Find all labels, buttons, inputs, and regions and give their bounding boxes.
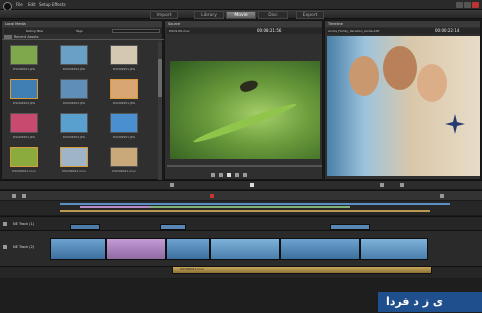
- tab-library[interactable]: Library: [194, 11, 224, 19]
- play-icon[interactable]: [227, 173, 231, 177]
- scrollbar-thumb[interactable]: [158, 59, 162, 97]
- source-timecode: 00:08:21:56: [257, 28, 282, 33]
- zoom-icon[interactable]: [440, 194, 444, 198]
- thumbnail-label: DSCN4952.JPG: [62, 67, 86, 71]
- thumbnail-label: DSCN9021.mov: [12, 169, 36, 173]
- rewind-icon[interactable]: [211, 173, 215, 177]
- watermark-text: ی ز د فردا: [386, 295, 444, 308]
- razor-icon[interactable]: [12, 194, 16, 198]
- library-filter-bar: Rating filter Tags: [4, 28, 162, 34]
- library-thumbnail[interactable]: [60, 79, 88, 99]
- library-thumbnail[interactable]: [10, 45, 38, 65]
- source-video-frame: [170, 61, 320, 159]
- title-bar: File Edit Setup Effects: [0, 0, 482, 11]
- thumbnail-label: DSCN4952.JPG: [12, 101, 36, 105]
- track-lock-icon[interactable]: [3, 222, 7, 226]
- starfish-image: [445, 114, 465, 134]
- library-thumbnail[interactable]: [110, 45, 138, 65]
- library-thumbnail[interactable]: [60, 113, 88, 133]
- library-thumbnail[interactable]: [110, 147, 138, 167]
- video-clip[interactable]: [210, 238, 280, 260]
- thumbnail-label: DSCN9021.mov: [62, 169, 86, 173]
- source-transport: [211, 173, 271, 178]
- timeline-navigator[interactable]: [0, 201, 482, 215]
- leaf-image: [191, 100, 299, 146]
- step-back-icon[interactable]: [219, 173, 223, 177]
- timeline-toolbar: [0, 190, 482, 200]
- timeline-video-frame: [327, 36, 480, 176]
- library-thumbnail[interactable]: [110, 113, 138, 133]
- audio-clip-label: DSCN9021.mov: [180, 267, 204, 271]
- video-clip[interactable]: [166, 238, 210, 260]
- tags-label: Tags: [76, 29, 83, 33]
- video-clip[interactable]: [50, 238, 106, 260]
- source-scrubber[interactable]: [167, 165, 322, 167]
- clip[interactable]: [70, 224, 100, 230]
- clip[interactable]: [330, 224, 370, 230]
- library-thumbnail[interactable]: [10, 113, 38, 133]
- minimize-button[interactable]: [456, 2, 463, 8]
- source-filename: DSC9-PR.mov: [169, 29, 190, 33]
- timeline-forward-icon[interactable]: [400, 183, 404, 187]
- audio-clip[interactable]: [172, 266, 432, 274]
- timeline-timecode: 00:00:22:14: [435, 28, 460, 33]
- mark-in-icon[interactable]: [170, 183, 174, 187]
- source-header: Source: [165, 21, 322, 27]
- track-lock-icon[interactable]: [3, 245, 7, 249]
- delete-icon[interactable]: [22, 194, 26, 198]
- library-header: Local Media: [2, 21, 162, 27]
- timeline-filename: Andra_Family_Vacation_Aloha.AXP: [328, 29, 380, 33]
- rating-filter-label: Rating filter: [26, 29, 44, 33]
- thumbnail-label: DSCN9951.JPG: [112, 67, 136, 71]
- thumbnail-label: DSCN9021.mov: [112, 169, 136, 173]
- tab-export[interactable]: Export: [296, 11, 324, 19]
- preview-play-icon[interactable]: [250, 183, 254, 187]
- close-button[interactable]: [472, 2, 479, 8]
- tab-movie[interactable]: Movie: [226, 11, 256, 19]
- tab-import[interactable]: Import: [150, 11, 178, 19]
- menu-effects[interactable]: Effects: [52, 2, 66, 7]
- transport-bar: [0, 180, 482, 189]
- thumbnail-label: DSCN9951.JPG: [112, 135, 136, 139]
- video-clip[interactable]: [360, 238, 428, 260]
- source-panel: Source DSC9-PR.mov 00:08:21:56: [164, 20, 323, 180]
- watermark-badge: ی ز د فردا: [378, 292, 482, 312]
- fast-forward-icon[interactable]: [243, 173, 247, 177]
- video-clip[interactable]: [280, 238, 360, 260]
- library-thumbnail[interactable]: [110, 79, 138, 99]
- library-thumbnail[interactable]: [60, 45, 88, 65]
- thumbnail-label: DSCN9951.JPG: [112, 101, 136, 105]
- video-clip[interactable]: [106, 238, 166, 260]
- step-forward-icon[interactable]: [235, 173, 239, 177]
- track-2-name: NE Track (2): [13, 245, 35, 249]
- clip[interactable]: [160, 224, 186, 230]
- menu-file[interactable]: File: [16, 2, 23, 7]
- library-scrollbar[interactable]: [158, 41, 162, 181]
- thumbnail-label: DSCN4952.JPG: [62, 135, 86, 139]
- menu-setup[interactable]: Setup: [39, 2, 51, 7]
- library-thumbnail[interactable]: [10, 79, 38, 99]
- timeline-preview-header: Timeline: [325, 21, 480, 27]
- maximize-button[interactable]: [464, 2, 471, 8]
- timeline-preview-panel: Timeline Andra_Family_Vacation_Aloha.AXP…: [324, 20, 481, 180]
- library-thumbnail[interactable]: [60, 147, 88, 167]
- thumbnail-label: DSCN0001.JPG: [12, 67, 36, 71]
- menu-edit[interactable]: Edit: [28, 2, 36, 7]
- thumbnail-label: DSCN4951.JPG: [12, 135, 36, 139]
- library-thumbnail[interactable]: [10, 147, 38, 167]
- thumbnail-label: DSCN4952.JPG: [62, 101, 86, 105]
- timeline-play-icon[interactable]: [380, 183, 384, 187]
- track-1-name: NE Track (1): [13, 222, 35, 226]
- library-panel: Local Media Rating filter Tags Recent As…: [1, 20, 164, 181]
- library-tree-label[interactable]: Local Media: [5, 22, 26, 26]
- family-photo-image: [349, 56, 379, 96]
- tab-disc[interactable]: Disc: [258, 11, 288, 19]
- butterfly-image: [238, 78, 260, 94]
- library-search-input[interactable]: [112, 29, 160, 33]
- record-icon[interactable]: [210, 194, 214, 198]
